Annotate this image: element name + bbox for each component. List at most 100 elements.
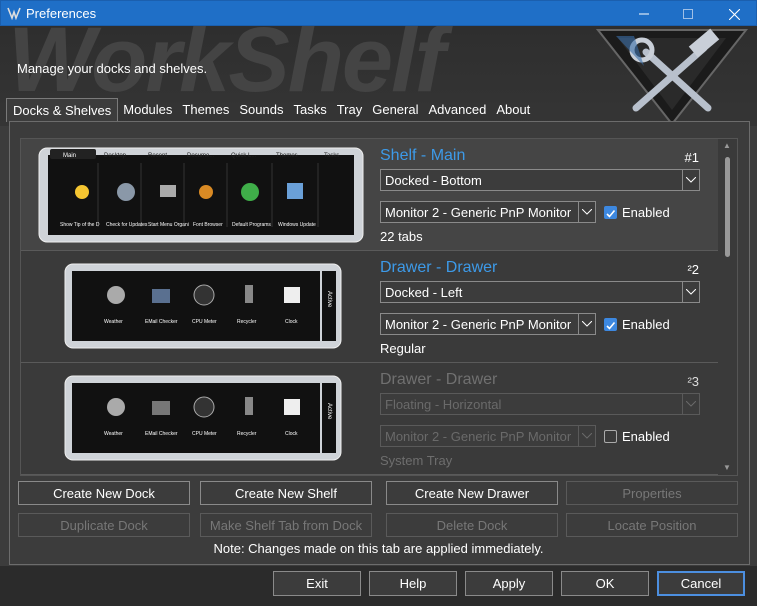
help-button[interactable]: Help (369, 571, 457, 596)
dock-title: Drawer - Drawer (380, 371, 498, 388)
maximize-button[interactable] (665, 1, 711, 27)
monitor-select[interactable]: Monitor 2 - Generic PnP Monitor (380, 313, 596, 335)
weather-icon (107, 286, 125, 304)
recycler-icon (245, 285, 253, 303)
dock-position-select[interactable]: Floating - Horizontal (380, 393, 700, 415)
enabled-label[interactable]: Enabled (622, 205, 670, 220)
chevron-down-icon[interactable] (578, 426, 595, 446)
dock-position-select[interactable]: Docked - Bottom (380, 169, 700, 191)
list-item[interactable]: Active Weather EMail Checker CPU Meter R… (21, 251, 719, 363)
dock-number: ²2 (687, 262, 699, 277)
header-subtitle: Manage your docks and shelves. (17, 61, 208, 76)
tab-sounds[interactable]: Sounds (234, 98, 288, 122)
close-icon (728, 8, 740, 20)
tab-themes[interactable]: Themes (177, 98, 234, 122)
minimize-button[interactable] (621, 1, 667, 27)
create-new-drawer-button[interactable]: Create New Drawer (386, 481, 558, 505)
chevron-down-icon[interactable] (578, 314, 595, 334)
tab-advanced[interactable]: Advanced (423, 98, 491, 122)
dock-subtitle: System Tray (380, 453, 453, 468)
chevron-down-icon[interactable] (682, 282, 699, 302)
tab-tasks[interactable]: Tasks (288, 98, 331, 122)
preview-tab-label: Docume... (187, 153, 215, 159)
clock-icon (284, 399, 300, 415)
enabled-checkbox[interactable] (604, 430, 617, 443)
dock-position-value: Floating - Horizontal (385, 397, 502, 412)
preview-tab-label: Quick L... (231, 153, 257, 159)
list-scrollbar[interactable]: ▲ ▼ (718, 139, 737, 475)
dock-number: #1 (684, 150, 699, 165)
preview-item-label: CPU Meter (192, 319, 217, 325)
email-checker-icon (152, 289, 170, 303)
cancel-button[interactable]: Cancel (657, 571, 745, 596)
dock-number: ²3 (687, 374, 699, 389)
make-shelf-tab-button[interactable]: Make Shelf Tab from Dock (200, 513, 372, 537)
monitor-select[interactable]: Monitor 2 - Generic PnP Monitor (380, 425, 596, 447)
enabled-label[interactable]: Enabled (622, 429, 670, 444)
duplicate-dock-button[interactable]: Duplicate Dock (18, 513, 190, 537)
dock-position-select[interactable]: Docked - Left (380, 281, 700, 303)
preview-item-label: Weather (104, 319, 123, 325)
preview-item-label: Default Programs (232, 222, 271, 228)
create-new-dock-button[interactable]: Create New Dock (18, 481, 190, 505)
chevron-down-icon[interactable] (578, 202, 595, 222)
tab-general[interactable]: General (367, 98, 423, 122)
font-gear-icon (199, 185, 213, 199)
workshelf-logo-icon (596, 28, 749, 126)
chevron-down-icon[interactable] (682, 170, 699, 190)
exit-button[interactable]: Exit (273, 571, 361, 596)
preview-side-label: Active (326, 403, 332, 420)
drawer-preview-image: Active Weather EMail Checker CPU Meter R… (64, 375, 342, 461)
list-item[interactable]: Main Desktop Recent Docume... Quick L...… (21, 139, 719, 251)
preview-item-label: Windows Update (278, 222, 316, 228)
enabled-checkbox[interactable] (604, 206, 617, 219)
dock-title: Drawer - Drawer (380, 259, 498, 276)
ok-button[interactable]: OK (561, 571, 649, 596)
update-globe-icon (117, 183, 135, 201)
checkmark-icon (606, 321, 616, 330)
dock-list[interactable]: Main Desktop Recent Docume... Quick L...… (20, 138, 738, 476)
checkmark-icon (606, 209, 616, 218)
enabled-label[interactable]: Enabled (622, 317, 670, 332)
docks-shelves-panel: Main Desktop Recent Docume... Quick L...… (9, 121, 750, 565)
locate-position-button[interactable]: Locate Position (566, 513, 738, 537)
tab-bar: Docks & Shelves Modules Themes Sounds Ta… (6, 98, 535, 122)
create-new-shelf-button[interactable]: Create New Shelf (200, 481, 372, 505)
maximize-icon (683, 9, 693, 19)
preview-item-label: Recycler (237, 431, 257, 437)
scrollbar-thumb[interactable] (725, 157, 730, 257)
shelf-preview-image: Main Desktop Recent Docume... Quick L...… (38, 147, 364, 243)
tab-about[interactable]: About (491, 98, 535, 122)
weather-icon (107, 398, 125, 416)
monitor-value: Monitor 2 - Generic PnP Monitor (385, 429, 572, 444)
monitor-value: Monitor 2 - Generic PnP Monitor (385, 205, 572, 220)
preview-item-label: EMail Checker (145, 319, 178, 325)
delete-dock-button[interactable]: Delete Dock (386, 513, 558, 537)
preview-item-label: EMail Checker (145, 431, 178, 437)
tab-tray[interactable]: Tray (332, 98, 368, 122)
list-item[interactable]: Active Weather EMail Checker CPU Meter R… (21, 363, 719, 475)
scroll-up-icon[interactable]: ▲ (723, 141, 731, 150)
close-button[interactable] (711, 1, 757, 27)
lightbulb-icon (75, 185, 89, 199)
scroll-down-icon[interactable]: ▼ (723, 463, 731, 472)
tab-modules[interactable]: Modules (118, 98, 177, 122)
tab-docks-shelves[interactable]: Docks & Shelves (6, 98, 119, 122)
preview-side-label: Active (326, 291, 332, 308)
preview-item-label: Recycler (237, 319, 257, 325)
preview-item-label: Clock (285, 319, 298, 325)
preview-tab-label: Tasks (324, 153, 339, 159)
chevron-down-icon[interactable] (682, 394, 699, 414)
dock-subtitle: 22 tabs (380, 229, 423, 244)
apply-button[interactable]: Apply (465, 571, 553, 596)
properties-button[interactable]: Properties (566, 481, 738, 505)
email-checker-icon (152, 401, 170, 415)
title-bar[interactable]: Preferences (0, 0, 757, 26)
recycler-icon (245, 397, 253, 415)
monitor-select[interactable]: Monitor 2 - Generic PnP Monitor (380, 201, 596, 223)
cpu-meter-icon (193, 396, 215, 418)
preview-item-label: Start Menu Organi (148, 222, 189, 228)
preview-tab-label: Desktop (104, 153, 127, 159)
window-title: Preferences (26, 6, 97, 21)
enabled-checkbox[interactable] (604, 318, 617, 331)
